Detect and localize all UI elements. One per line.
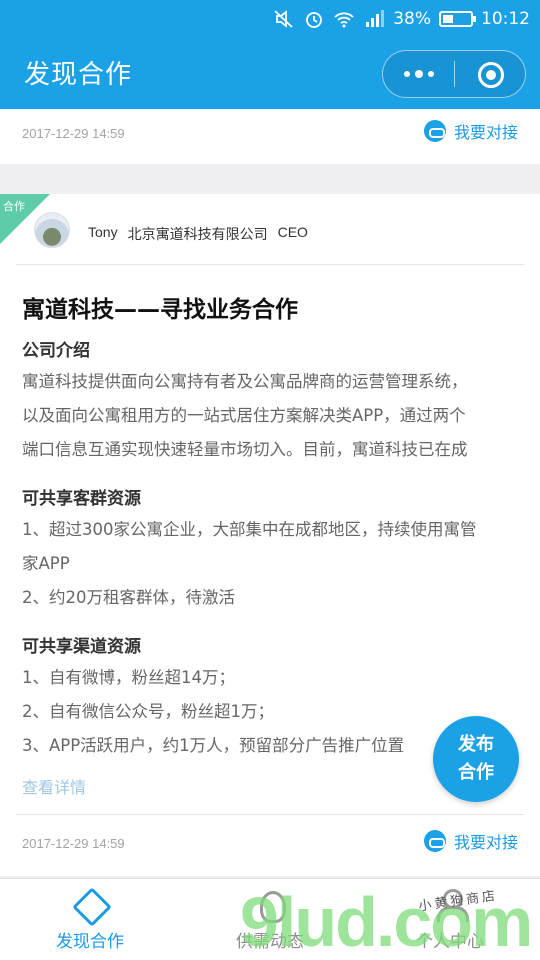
handshake-icon — [72, 889, 108, 921]
section-body: 1、超过300家公寓企业，大部集中在成都地区，持续使用寓管 家APP 2、约20… — [22, 513, 522, 615]
tab-bar: 发现合作 供需动态 个人中心 — [0, 878, 540, 960]
miniapp-capsule — [382, 50, 526, 98]
avatar[interactable] — [34, 212, 70, 248]
author-name: Tony — [88, 224, 118, 240]
connect-label: 我要对接 — [453, 833, 518, 852]
fab-label-line2: 合作 — [458, 762, 494, 783]
alarm-icon — [306, 12, 323, 28]
author-role: CEO — [277, 224, 308, 240]
link-icon — [423, 830, 446, 852]
connect-button[interactable]: 我要对接 — [423, 829, 518, 853]
battery-fill — [443, 15, 453, 23]
battery-percent: 38% — [393, 9, 431, 29]
text-line: 家APP — [22, 554, 70, 573]
clock: 10:12 — [481, 9, 530, 29]
leaf-icon — [252, 889, 288, 923]
mute-icon — [274, 10, 293, 28]
text-line: 端口信息互通实现快速轻量市场切入。目前，寓道科技已在成 — [22, 440, 468, 459]
text-line: 1、自有微博，粉丝超14万； — [22, 668, 235, 687]
link-icon — [423, 120, 446, 142]
status-icons: 38% 10:12 — [273, 6, 530, 32]
text-line: 1、超过300家公寓企业，大部集中在成都地区，持续使用寓管 — [22, 520, 477, 539]
more-icon[interactable] — [383, 51, 455, 97]
tab-discover[interactable]: 发现合作 — [0, 889, 180, 952]
post-card-previous: 2017-12-29 14:59 我要对接 — [0, 109, 540, 164]
author-info: Tony 北京寓道科技有限公司 CEO — [88, 224, 308, 244]
text-line: 2、约20万租客群体，待激活 — [22, 588, 235, 607]
app-header: 38% 10:12 发现合作 — [0, 0, 540, 109]
page-title: 发现合作 — [24, 60, 133, 90]
author-company: 北京寓道科技有限公司 — [127, 226, 268, 242]
status-bar: 38% 10:12 — [0, 0, 540, 38]
tab-supply-demand[interactable]: 供需动态 — [180, 889, 360, 952]
tab-label: 个人中心 — [416, 932, 484, 952]
view-details-link[interactable]: 查看详情 — [22, 774, 86, 798]
divider — [16, 264, 524, 265]
tab-profile[interactable]: 个人中心 — [360, 889, 540, 952]
divider — [16, 814, 524, 815]
category-ribbon-label: 合作 — [3, 200, 25, 213]
battery-icon — [439, 11, 476, 27]
tab-label: 发现合作 — [56, 932, 124, 952]
post-title: 寓道科技——寻找业务合作 — [22, 297, 298, 323]
text-line: 以及面向公寓租用方的一站式居住方案解决类APP，通过两个 — [22, 406, 466, 425]
post-date: 2017-12-29 14:59 — [22, 836, 125, 851]
connect-button[interactable]: 我要对接 — [423, 119, 518, 143]
fab-label-line1: 发布 — [458, 734, 494, 755]
text-line: 2、自有微信公众号，粉丝超1万； — [22, 702, 274, 721]
close-target-icon[interactable] — [478, 62, 504, 88]
section-heading: 公司介绍 — [22, 341, 90, 361]
signal-icon — [366, 10, 385, 27]
section-body: 寓道科技提供面向公寓持有者及公寓品牌商的运营管理系统， 以及面向公寓租用方的一站… — [22, 365, 522, 467]
section-heading: 可共享渠道资源 — [22, 637, 141, 657]
wifi-icon — [334, 12, 354, 28]
publish-cooperation-button[interactable]: 发布 合作 — [433, 716, 519, 802]
person-icon — [432, 889, 469, 922]
connect-label: 我要对接 — [453, 123, 518, 142]
text-line: 寓道科技提供面向公寓持有者及公寓品牌商的运营管理系统， — [22, 372, 468, 391]
post-date: 2017-12-29 14:59 — [22, 126, 125, 141]
capsule-divider — [454, 61, 455, 87]
section-heading: 可共享客群资源 — [22, 489, 141, 509]
tab-label: 供需动态 — [236, 932, 304, 952]
